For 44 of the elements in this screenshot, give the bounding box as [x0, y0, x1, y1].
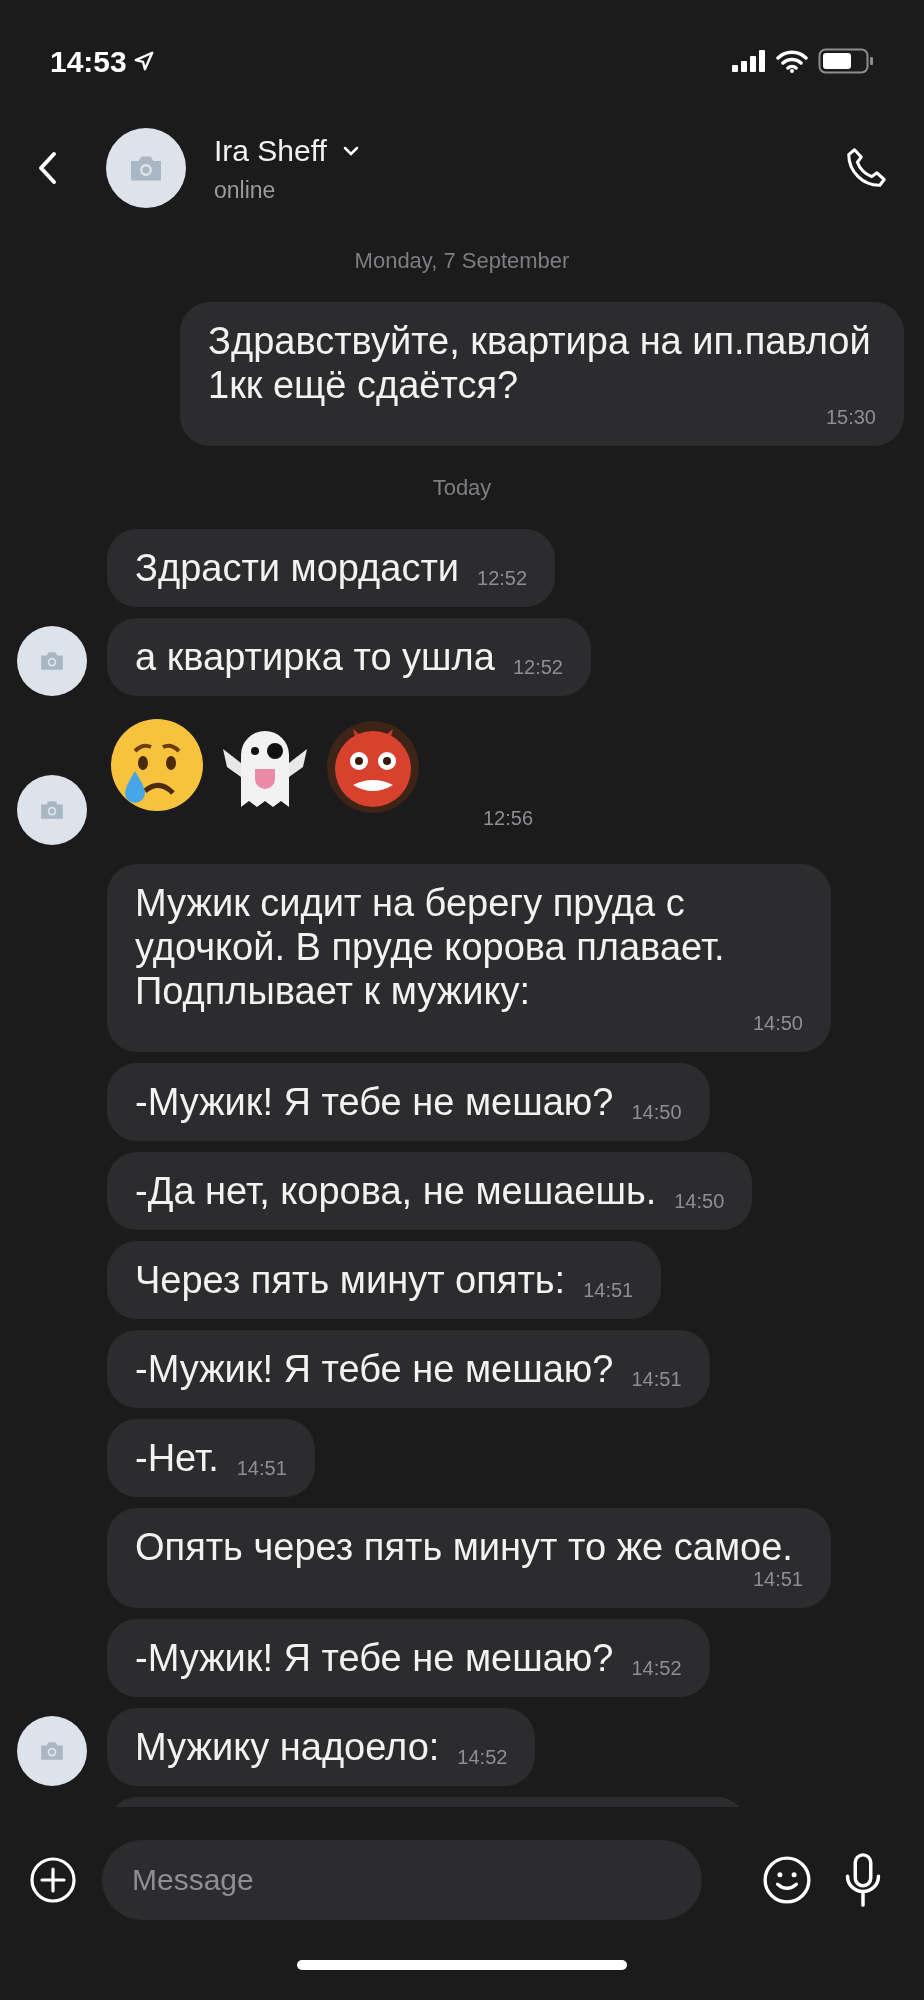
status-time: 14:53 — [50, 43, 127, 80]
message-time: 12:52 — [476, 568, 528, 590]
message-time: 14:51 — [582, 1280, 634, 1302]
chevron-down-icon[interactable] — [342, 145, 359, 156]
contact-status: online — [214, 176, 277, 206]
message-text: -Мужик! Я тебе не мешаю? — [135, 1080, 614, 1124]
location-arrow-icon — [132, 50, 155, 72]
message-time: 12:56 — [483, 806, 534, 831]
message-text: Мужик сидит на берегу пруда с удочкой. В пруде корова плавает. Подплывает к мужику: — [135, 881, 726, 1013]
message-time: 14:50 — [630, 1102, 682, 1124]
message-input[interactable]: Message — [102, 1840, 702, 1920]
message-text: -Мужик! Я тебе не мешаю? — [135, 1636, 614, 1680]
message-time: 14:50 — [751, 1013, 803, 1035]
camera-icon — [128, 154, 164, 182]
message-time: 14:51 — [235, 1458, 287, 1480]
camera-icon — [39, 651, 65, 671]
plus-circle-icon — [29, 1856, 77, 1904]
message-text: Здравствуйте, квартира на ип.павлой 1кк ещё сдаётся? — [208, 319, 872, 407]
message-time: 14:51 — [751, 1569, 803, 1591]
message-text: -Нет. — [135, 1436, 219, 1480]
date-separator: Today — [432, 474, 492, 502]
camera-icon — [39, 1741, 65, 1761]
battery-icon — [818, 48, 874, 74]
date-separator: Monday, 7 September — [354, 247, 570, 275]
message-text: Мужику надоело: — [135, 1725, 440, 1769]
message-text: а квартирка то ушла — [135, 635, 495, 679]
message-time: 15:30 — [824, 407, 876, 429]
contact-name[interactable]: Ira Sheff — [214, 128, 327, 174]
message-time: 14:51 — [630, 1369, 682, 1391]
camera-icon — [39, 800, 65, 820]
message-time: 14:50 — [673, 1191, 725, 1213]
wifi-icon — [776, 49, 808, 73]
microphone-icon — [843, 1851, 883, 1909]
message-text: Опять через пять минут то же самое. — [135, 1525, 793, 1569]
message-text: -Мужик! Я тебе не мешаю? — [135, 1347, 614, 1391]
smiley-icon — [762, 1855, 812, 1905]
message-text: Здрасти мордасти — [135, 546, 460, 590]
message-time: 12:52 — [511, 657, 563, 679]
message-time: 14:52 — [456, 1747, 508, 1769]
message-text: -Да нет, корова, не мешаешь. — [135, 1169, 657, 1213]
chevron-left-icon — [37, 151, 57, 185]
message-time: 14:52 — [630, 1658, 682, 1680]
signal-icon — [732, 50, 766, 72]
message-text: Через пять минут опять: — [135, 1258, 566, 1302]
